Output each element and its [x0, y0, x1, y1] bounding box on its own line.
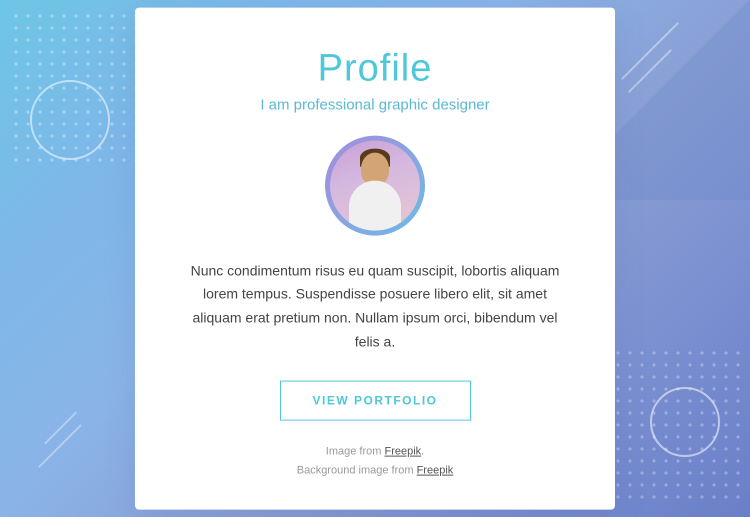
lines-decoration-bottomleft — [30, 397, 110, 457]
card-footer: Image from Freepik. Background image fro… — [297, 442, 454, 482]
card-description: Nunc condimentum risus eu quam suscipit,… — [185, 259, 565, 354]
circle-decoration-topleft — [30, 80, 110, 160]
card-title: Profile — [318, 47, 433, 90]
footer-text-line2: Background image from Freepik — [297, 465, 454, 477]
person-figure — [330, 140, 420, 230]
view-portfolio-button[interactable]: VIEW PORTFOLIO — [280, 380, 471, 420]
person-body — [349, 180, 401, 230]
freepik-link-2[interactable]: Freepik — [417, 465, 454, 477]
footer-text-line1: Image from Freepik. — [326, 445, 424, 457]
card-subtitle: I am professional graphic designer — [260, 96, 489, 113]
avatar-image — [330, 140, 420, 230]
circle-decoration-bottomright — [650, 387, 720, 457]
freepik-link-1[interactable]: Freepik — [384, 445, 421, 457]
profile-card: Profile I am professional graphic design… — [135, 7, 615, 510]
avatar — [325, 135, 425, 235]
